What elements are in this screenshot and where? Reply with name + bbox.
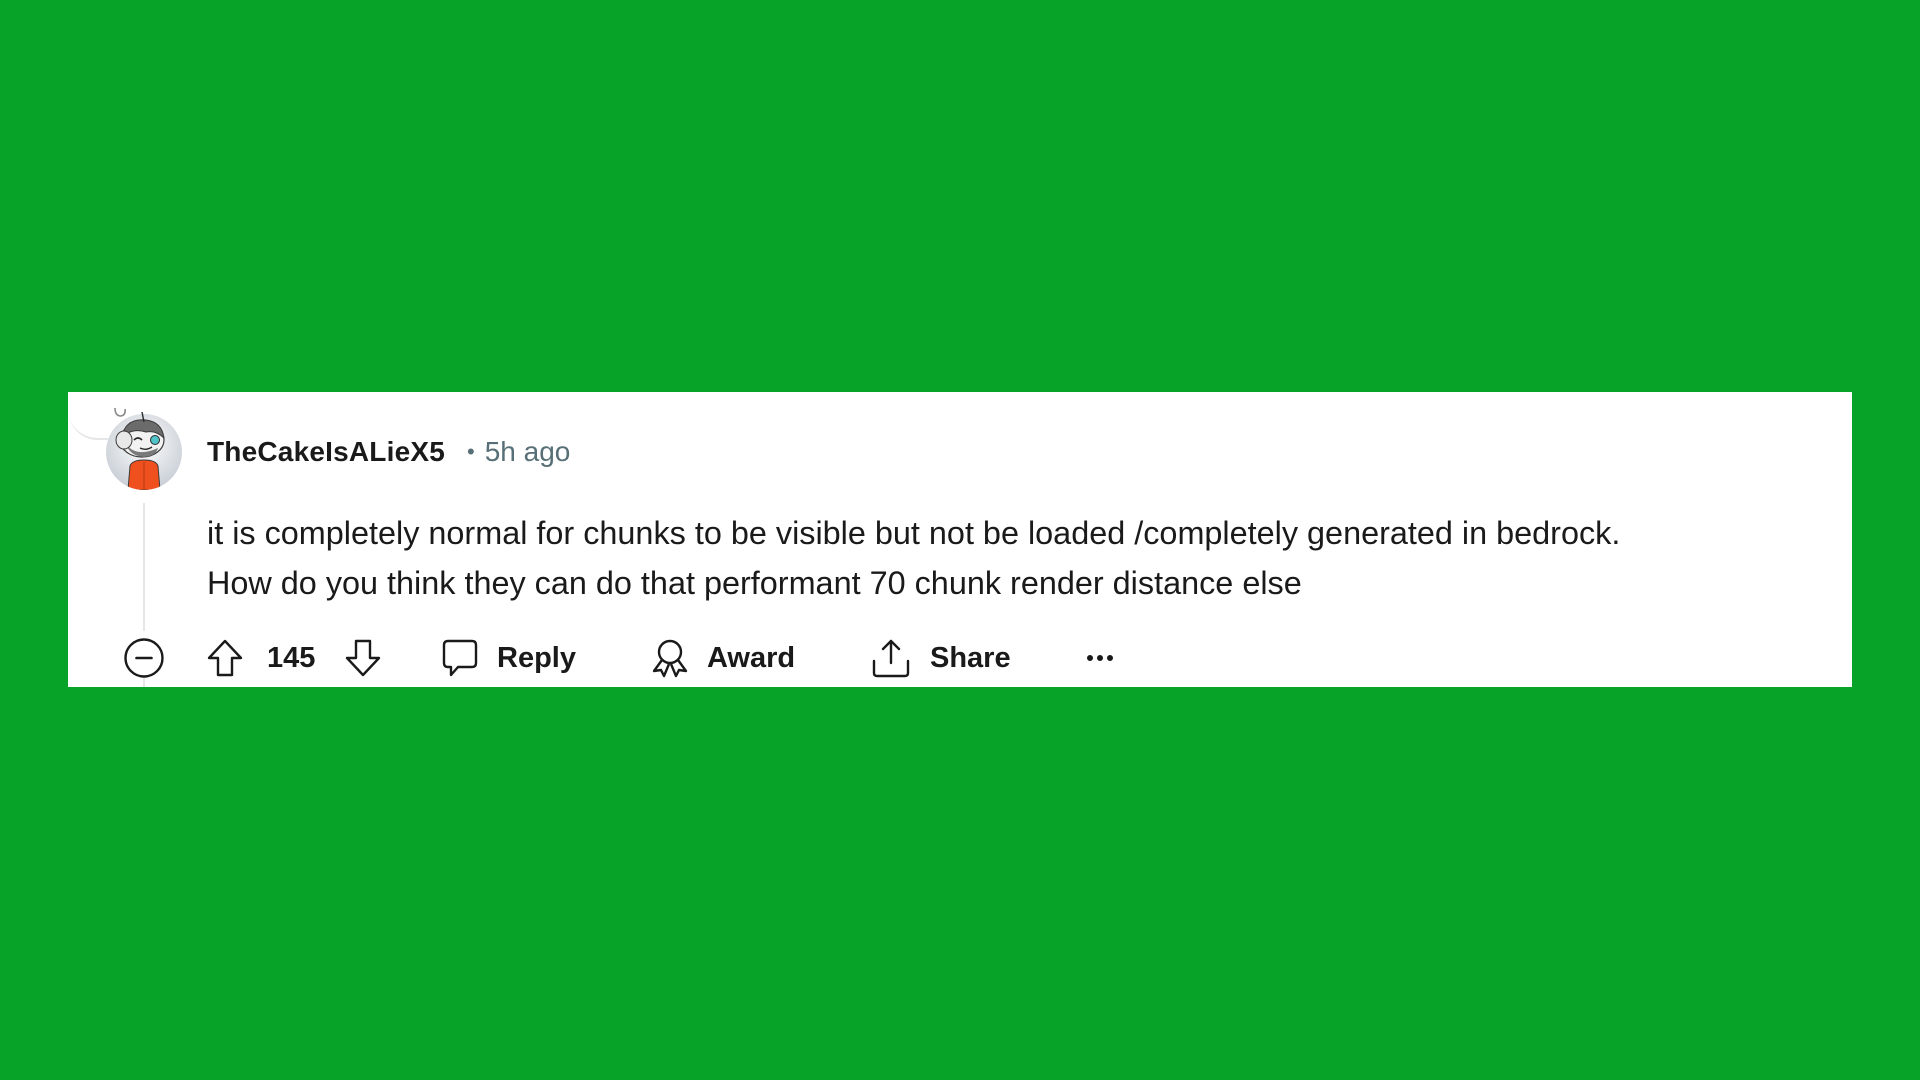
snoo-avatar-icon <box>106 407 182 490</box>
award-label: Award <box>707 641 796 674</box>
more-horizontal-icon <box>1087 655 1113 661</box>
reply-button[interactable]: Reply <box>441 636 576 680</box>
meta-separator: • <box>467 439 475 464</box>
more-options-button[interactable] <box>1086 636 1114 680</box>
avatar[interactable] <box>106 407 182 490</box>
minus-circle-icon <box>124 638 164 678</box>
thread-line[interactable] <box>143 503 145 631</box>
comment-header: TheCakeIsALieX5 • 5h ago <box>207 432 570 472</box>
comment-body-line: How do you think they can do that perfor… <box>207 565 1302 601</box>
comment-body-line: it is completely normal for chunks to be… <box>207 515 1621 551</box>
arrow-up-icon <box>207 639 243 677</box>
downvote-button[interactable] <box>344 636 382 680</box>
share-upload-icon <box>872 639 910 678</box>
reply-label: Reply <box>497 641 576 674</box>
arrow-down-icon <box>345 639 381 677</box>
share-button[interactable]: Share <box>871 636 1011 680</box>
award-button[interactable]: Award <box>649 636 795 680</box>
author-username[interactable]: TheCakeIsALieX5 <box>207 436 445 468</box>
comment-timestamp[interactable]: 5h ago <box>485 436 571 468</box>
collapse-button[interactable] <box>123 636 165 680</box>
comment-card: TheCakeIsALieX5 • 5h ago it is completel… <box>68 392 1852 687</box>
share-label: Share <box>930 641 1011 674</box>
upvote-button[interactable] <box>206 636 244 680</box>
award-ribbon-icon <box>652 639 688 678</box>
thread-connector <box>68 392 108 440</box>
comment-action-bar: 145 Reply Award Share <box>68 636 1852 680</box>
speech-bubble-icon <box>442 639 478 677</box>
vote-score: 145 <box>267 641 316 674</box>
comment-body: it is completely normal for chunks to be… <box>207 508 1907 608</box>
